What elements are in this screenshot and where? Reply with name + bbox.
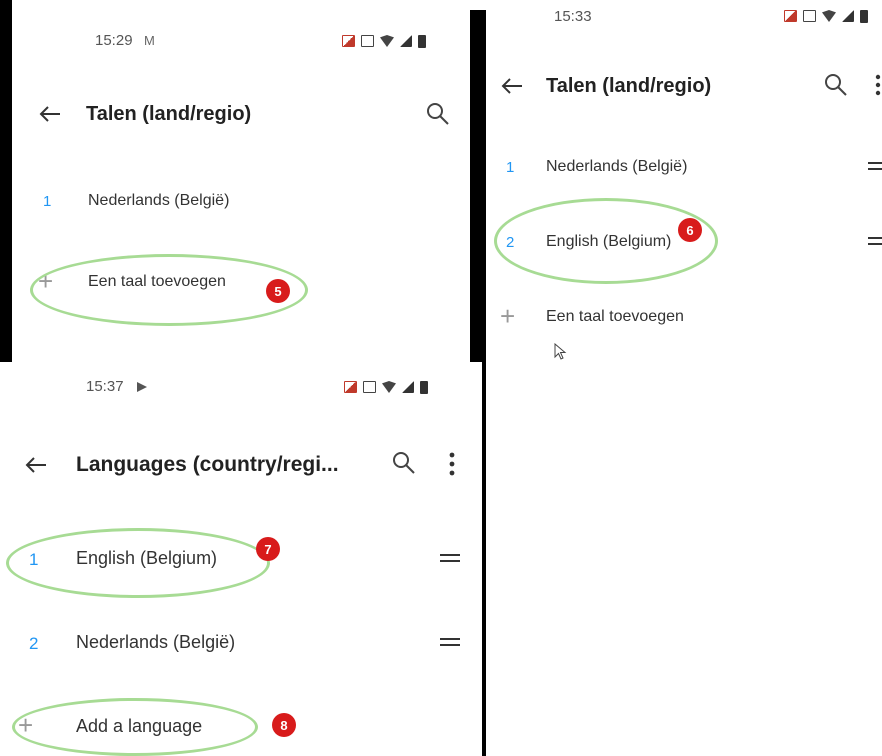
battery-icon bbox=[420, 380, 428, 394]
more-vert-icon[interactable] bbox=[874, 74, 882, 96]
drag-handle-icon[interactable] bbox=[868, 237, 882, 245]
back-arrow-icon[interactable] bbox=[38, 105, 62, 123]
drag-handle-icon[interactable] bbox=[440, 638, 460, 646]
list-item-number: 1 bbox=[43, 193, 52, 210]
search-icon[interactable] bbox=[426, 102, 450, 126]
signal-icon bbox=[842, 10, 854, 22]
more-vert-icon[interactable] bbox=[448, 452, 456, 476]
step-badge: 8 bbox=[272, 713, 296, 737]
wifi-icon bbox=[822, 10, 836, 22]
screen-languages: 15:37 Languages (country/regi... 1 Engli… bbox=[0, 362, 482, 756]
sim-icon bbox=[361, 35, 374, 47]
list-item-label[interactable]: Nederlands (België) bbox=[546, 158, 687, 176]
drag-handle-icon[interactable] bbox=[440, 554, 460, 562]
gmail-notification-icon: M bbox=[144, 33, 155, 48]
step-badge: 6 bbox=[678, 218, 702, 242]
status-time: 15:33 bbox=[554, 8, 592, 25]
wifi-icon bbox=[382, 381, 396, 393]
screen-talen-2: 15:33 Talen (land/regio) 1 Nederlands (B… bbox=[486, 0, 882, 362]
battery-icon bbox=[860, 9, 868, 23]
status-icons bbox=[344, 380, 428, 394]
step-badge: 5 bbox=[266, 279, 290, 303]
status-icons bbox=[342, 34, 426, 48]
play-store-notification-icon bbox=[137, 382, 147, 392]
status-time: 15:37 bbox=[86, 378, 124, 395]
add-language-button[interactable]: Een taal toevoegen bbox=[546, 308, 684, 326]
highlight-oval bbox=[6, 528, 270, 598]
search-icon[interactable] bbox=[824, 73, 848, 97]
drag-handle-icon[interactable] bbox=[868, 162, 882, 170]
screen-talen-1: 15:29 M Talen (land/regio) 1 Nederlands … bbox=[12, 0, 470, 362]
cast-icon bbox=[344, 381, 357, 393]
divider-left bbox=[0, 0, 12, 362]
list-item-label[interactable]: Nederlands (België) bbox=[76, 632, 235, 653]
plus-icon[interactable]: + bbox=[500, 303, 515, 329]
back-arrow-icon[interactable] bbox=[24, 456, 48, 474]
list-item-number: 1 bbox=[506, 159, 515, 176]
cast-icon bbox=[342, 35, 355, 47]
divider-lower bbox=[482, 362, 486, 756]
mouse-cursor-icon bbox=[554, 343, 567, 360]
page-title: Talen (land/regio) bbox=[86, 103, 252, 125]
list-item-label[interactable]: Nederlands (België) bbox=[88, 192, 229, 210]
status-time: 15:29 bbox=[95, 32, 133, 49]
cast-icon bbox=[784, 10, 797, 22]
step-badge: 7 bbox=[256, 537, 280, 561]
sim-icon bbox=[803, 10, 816, 22]
page-title: Languages (country/regi... bbox=[76, 453, 339, 476]
page-title: Talen (land/regio) bbox=[546, 75, 712, 97]
highlight-oval bbox=[12, 698, 258, 756]
back-arrow-icon[interactable] bbox=[500, 77, 524, 95]
divider-middle bbox=[470, 10, 486, 362]
signal-icon bbox=[402, 381, 414, 393]
sim-icon bbox=[363, 381, 376, 393]
list-item-number: 2 bbox=[29, 634, 39, 653]
battery-icon bbox=[418, 34, 426, 48]
signal-icon bbox=[400, 35, 412, 47]
search-icon[interactable] bbox=[392, 451, 416, 475]
wifi-icon bbox=[380, 35, 394, 47]
status-icons bbox=[784, 9, 868, 23]
